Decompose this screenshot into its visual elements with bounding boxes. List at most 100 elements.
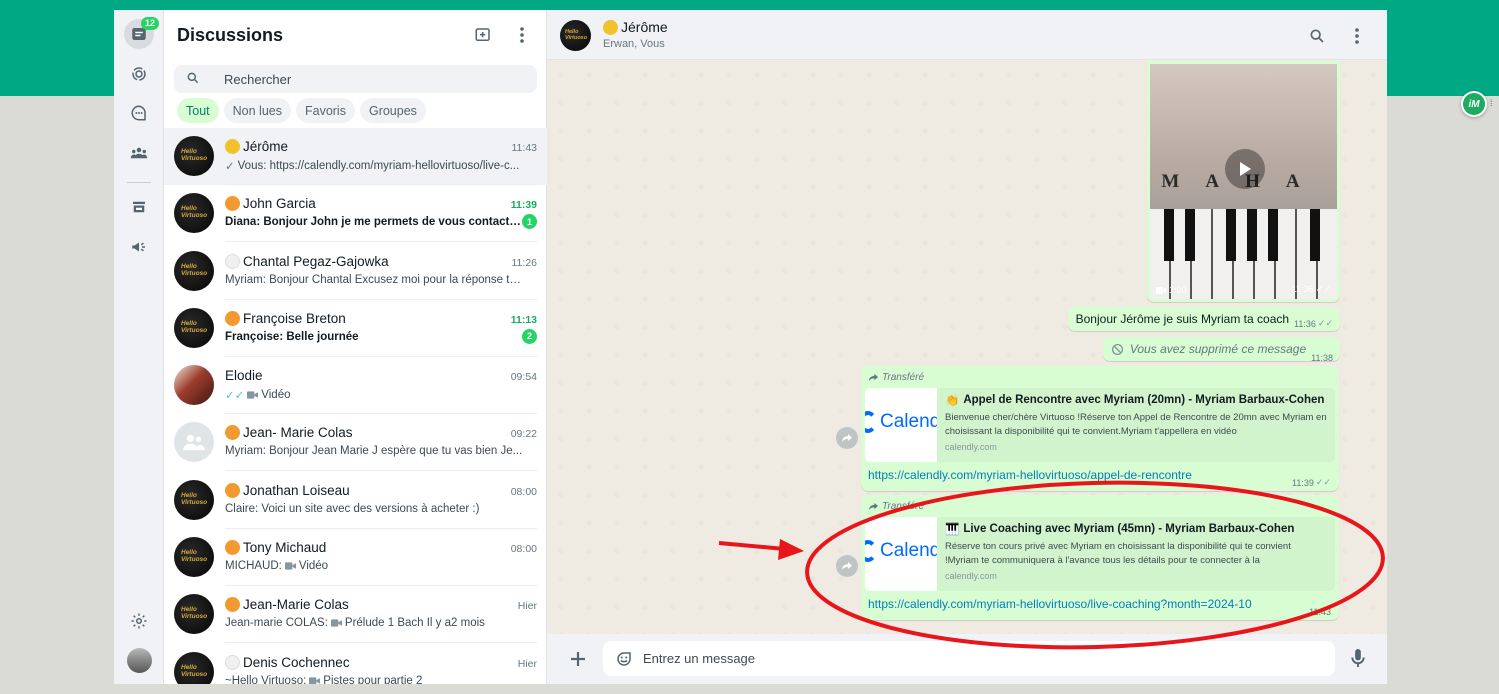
video-message[interactable]: MAHA 1:00 11:36 ✓✓ xyxy=(1147,61,1340,302)
chat-preview: ~Hello Virtuoso: Pistes pour partie 2 xyxy=(225,674,423,684)
chat-list-pane: Discussions Tout Non lues Favoris Groupe… xyxy=(164,10,547,684)
emoji-icon[interactable] xyxy=(613,648,635,670)
forwarded-arrow-icon xyxy=(869,502,878,511)
emoji-dot-icon xyxy=(225,540,240,556)
emoji-dot-icon xyxy=(225,482,240,498)
forward-share-icon[interactable] xyxy=(836,427,858,449)
chat-name: Denis Cochennec xyxy=(225,654,350,670)
chat-preview: ✓ Vous: https://calendly.com/myriam-hello… xyxy=(225,160,520,173)
filter-unread[interactable]: Non lues xyxy=(223,98,291,123)
chat-preview: Claire: Voici un site avec des versions … xyxy=(225,502,480,515)
chat-row[interactable]: Elodie 09:54 ✓✓ Vidéo xyxy=(164,357,547,415)
catalog-icon[interactable] xyxy=(124,192,154,222)
chat-preview: Jean-marie COLAS: Prélude 1 Bach Il y a2 … xyxy=(225,617,485,630)
avatar[interactable]: Hello Virtuoso xyxy=(174,136,214,176)
video-camera-icon xyxy=(330,619,342,628)
avatar[interactable]: Hello Virtuoso xyxy=(174,193,214,234)
link-preview-card[interactable]: Calendly 👏Appel de Rencontre avec Myriam… xyxy=(865,388,1335,462)
forwarded-message-1[interactable]: Transféré Calendly 👏Appel de Rencontre a… xyxy=(861,366,1339,491)
menu-kebab-icon[interactable] xyxy=(511,24,533,46)
search-input[interactable] xyxy=(224,69,524,89)
avatar[interactable]: Hello Virtuoso xyxy=(174,537,214,578)
avatar[interactable] xyxy=(174,422,214,463)
outgoing-message[interactable]: Bonjour Jérôme je suis Myriam ta coach 1… xyxy=(1067,307,1340,331)
nav-rail: 12 xyxy=(114,10,164,684)
new-chat-icon[interactable] xyxy=(472,24,494,46)
chat-time: 08:00 xyxy=(510,485,537,498)
chat-time: 09:54 xyxy=(510,371,537,384)
avatar[interactable]: Hello Virtuoso xyxy=(174,250,214,291)
chat-row[interactable]: Hello Virtuoso John Garcia 11:39 Diana: B… xyxy=(164,185,547,243)
chat-name: Jean-Marie Colas xyxy=(225,597,349,613)
avatar[interactable]: Hello Virtuoso xyxy=(174,479,214,520)
chat-row[interactable]: Hello Virtuoso Denis Cochennec Hier ~Hell… xyxy=(164,644,547,684)
microphone-icon[interactable] xyxy=(1347,647,1369,669)
chat-row[interactable]: Hello Virtuoso Jérôme 11:43 ✓ Vous: https:… xyxy=(164,128,547,186)
chat-preview: Myriam: Bonjour Jean Marie J espère que … xyxy=(225,445,523,458)
forwarded-label: Transféré xyxy=(865,370,1335,388)
chat-row[interactable]: Jean- Marie Colas 09:22 Myriam: Bonjour … xyxy=(164,414,547,472)
search-icon[interactable] xyxy=(1306,25,1328,47)
link-url[interactable]: https://calendly.com/myriam-hellovirtuos… xyxy=(865,462,1335,484)
play-icon[interactable] xyxy=(1225,149,1265,189)
chat-name: Jean- Marie Colas xyxy=(225,425,353,441)
communities-icon[interactable] xyxy=(124,138,154,168)
avatar[interactable] xyxy=(174,365,214,406)
chat-preview: Françoise: Belle journée xyxy=(225,330,359,343)
avatar[interactable]: Hello Virtuoso xyxy=(174,594,214,635)
message-input[interactable] xyxy=(643,648,1323,669)
extension-badge[interactable]: iM xyxy=(1461,91,1487,117)
filter-all[interactable]: Tout xyxy=(177,98,219,123)
emoji-dot-icon xyxy=(225,425,240,441)
chat-time: 11:13 xyxy=(510,313,537,326)
chats-badge: 12 xyxy=(141,17,160,30)
link-url[interactable]: https://calendly.com/myriam-hellovirtuos… xyxy=(865,591,1335,613)
page-title: Discussions xyxy=(177,25,284,45)
broadcast-icon[interactable] xyxy=(124,232,154,262)
message-meta: 11:36 ✓✓ xyxy=(1294,318,1333,329)
chat-row[interactable]: Hello Virtuoso Jonathan Loiseau 08:00 Cla… xyxy=(164,472,547,529)
calendly-thumbnail: Calendly xyxy=(865,388,937,462)
status-icon[interactable] xyxy=(124,59,154,89)
chat-preview: Diana: Bonjour John je me permets de vou… xyxy=(225,216,525,229)
menu-kebab-icon[interactable] xyxy=(1346,25,1368,47)
link-title: 👏 Appel de Rencontre avec Myriam (20mn) -… xyxy=(945,394,1325,407)
chat-row[interactable]: Hello Virtuoso Françoise Breton 11:13 Fra… xyxy=(164,300,547,357)
chat-list-header: Discussions xyxy=(164,10,547,60)
profile-avatar[interactable] xyxy=(127,648,152,673)
link-domain: calendly.com xyxy=(945,571,997,581)
settings-icon[interactable] xyxy=(124,606,154,636)
avatar[interactable]: Hello Virtuoso xyxy=(174,307,214,348)
deleted-message[interactable]: Vous avez supprimé ce message 11:38 xyxy=(1102,337,1340,363)
channels-icon[interactable] xyxy=(124,98,154,128)
emoji-dot-icon xyxy=(225,654,240,670)
unread-badge: 1 xyxy=(522,214,537,230)
chat-row[interactable]: Hello Virtuoso Chantal Pegaz-Gajowka 11:2… xyxy=(164,243,547,300)
message-area: MAHA 1:00 11:36 ✓✓ Bonjour Jérôme je sui… xyxy=(547,61,1387,634)
chat-row[interactable]: Hello Virtuoso Tony Michaud 08:00 MICHAUD… xyxy=(164,529,547,587)
contact-avatar[interactable]: Hello Virtuoso xyxy=(560,20,591,51)
calendly-logo-icon xyxy=(865,411,877,433)
chat-time: Hier xyxy=(517,657,537,670)
video-thumbnail[interactable]: MAHA 1:00 11:36 ✓✓ xyxy=(1150,64,1337,299)
forward-share-icon[interactable] xyxy=(836,555,858,577)
link-preview-card[interactable]: Calendly 🎹Live Coaching avec Myriam (45m… xyxy=(865,517,1335,591)
forwarded-message-2[interactable]: Transféré Calendly 🎹Live Coaching avec M… xyxy=(861,495,1339,620)
avatar[interactable]: Hello Virtuoso xyxy=(174,651,214,684)
unread-badge: 2 xyxy=(522,328,537,344)
extension-label: iM xyxy=(1463,93,1485,115)
filter-favorites[interactable]: Favoris xyxy=(295,98,355,123)
attach-plus-icon[interactable] xyxy=(567,648,589,670)
contact-name: Jérôme xyxy=(603,19,668,35)
link-title: 🎹 Live Coaching avec Myriam (45mn) - Myri… xyxy=(945,523,1295,536)
video-camera-icon xyxy=(284,562,296,570)
filter-groups[interactable]: Groupes xyxy=(359,98,426,123)
message-time: 11:43 xyxy=(1309,607,1331,617)
link-description: Réserve ton cours privé avec Myriam en c… xyxy=(945,541,1291,566)
extension-handle-icon[interactable]: ⁞ xyxy=(1490,98,1493,108)
emoji-dot-icon xyxy=(225,253,240,269)
chat-row[interactable]: Hello Virtuoso Jean-Marie Colas Hier Jean… xyxy=(164,586,547,644)
conversation-header[interactable]: Hello Virtuoso Jérôme Erwan, Vous xyxy=(547,10,1387,60)
rail-divider xyxy=(127,182,151,183)
read-ticks-icon: ✓✓ xyxy=(1317,318,1333,328)
